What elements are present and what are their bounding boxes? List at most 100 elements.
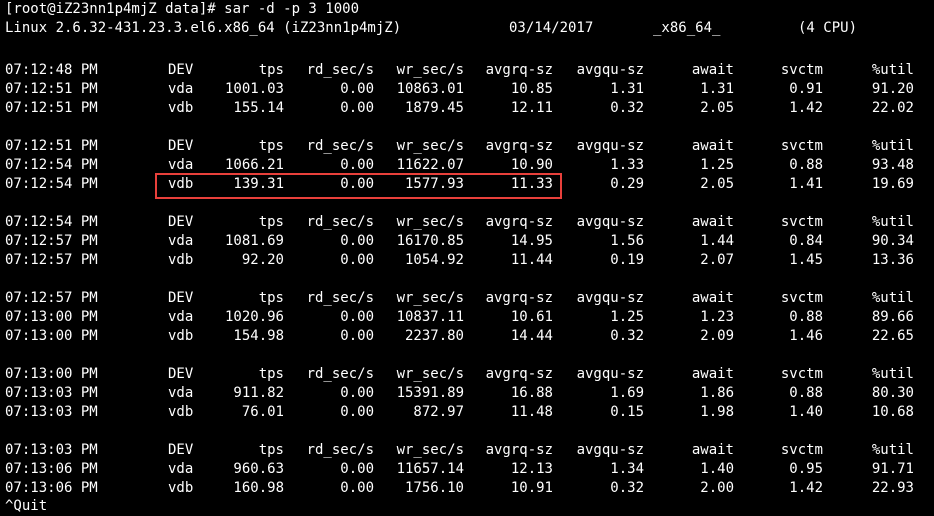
column-header: avgqu-sz xyxy=(576,214,644,230)
stat-await: 1.25 xyxy=(700,157,734,173)
stat-wr: 16170.85 xyxy=(396,233,464,249)
stat-util: 22.65 xyxy=(871,328,914,344)
header-timestamp: 07:12:48 PM xyxy=(5,62,98,78)
row-timestamp: 07:12:57 PM xyxy=(5,252,98,268)
stat-dev: vda xyxy=(168,385,194,401)
stat-await: 1.23 xyxy=(700,309,734,325)
stat-tps: 154.98 xyxy=(233,328,284,344)
column-header-row: 07:12:57 PM DEV tps rd_sec/s wr_sec/s avgrq-s… xyxy=(0,289,934,308)
stat-await: 2.07 xyxy=(700,252,734,268)
stat-dev: vda xyxy=(168,233,194,249)
row-timestamp: 07:13:03 PM xyxy=(5,385,98,401)
command-prompt-line: [root@iZ23nn1p4mjZ data]# sar -d -p 3 10… xyxy=(5,1,360,17)
device-stats-row: 07:12:51 PM vda 1001.03 0.00 10863.01 10.85 1.… xyxy=(0,80,934,99)
stat-tps: 76.01 xyxy=(241,404,284,420)
column-header: %util xyxy=(871,214,914,230)
terminal-window[interactable]: [root@iZ23nn1p4mjZ data]# sar -d -p 3 10… xyxy=(0,0,934,514)
stat-await: 2.05 xyxy=(700,100,734,116)
stat-rd: 0.00 xyxy=(340,309,374,325)
column-header: %util xyxy=(871,366,914,382)
column-header: wr_sec/s xyxy=(396,214,464,230)
column-header: rd_sec/s xyxy=(306,442,374,458)
row-timestamp: 07:13:06 PM xyxy=(5,461,98,477)
row-timestamp: 07:12:51 PM xyxy=(5,81,98,97)
column-header: tps xyxy=(258,138,284,154)
stat-avgrq: 11.48 xyxy=(510,404,553,420)
stat-avgrq: 10.85 xyxy=(510,81,553,97)
column-header: svctm xyxy=(780,138,823,154)
stat-rd: 0.00 xyxy=(340,480,374,496)
stat-avgrq: 14.95 xyxy=(510,233,553,249)
column-header: avgqu-sz xyxy=(576,290,644,306)
stat-tps: 155.14 xyxy=(233,100,284,116)
stat-svctm: 1.45 xyxy=(789,252,823,268)
column-header: %util xyxy=(871,290,914,306)
stat-wr: 872.97 xyxy=(413,404,464,420)
stat-await: 2.09 xyxy=(700,328,734,344)
stat-wr: 1756.10 xyxy=(404,480,464,496)
row-timestamp: 07:12:57 PM xyxy=(5,233,98,249)
column-header-row: 07:12:51 PM DEV tps rd_sec/s wr_sec/s avgrq-s… xyxy=(0,137,934,156)
device-stats-row: 07:13:00 PM vdb 154.98 0.00 2237.80 14.44 0.32… xyxy=(0,327,934,346)
stat-rd: 0.00 xyxy=(340,461,374,477)
device-stats-row: 07:13:06 PM vdb 160.98 0.00 1756.10 10.91 0.32… xyxy=(0,479,934,498)
column-header-row: 07:13:00 PM DEV tps rd_sec/s wr_sec/s avgrq-s… xyxy=(0,365,934,384)
column-header: tps xyxy=(258,214,284,230)
stat-util: 80.30 xyxy=(871,385,914,401)
stat-util: 13.36 xyxy=(871,252,914,268)
stat-dev: vda xyxy=(168,309,194,325)
column-header: tps xyxy=(258,290,284,306)
column-header: await xyxy=(691,442,734,458)
device-stats-row: 07:13:03 PM vda 911.82 0.00 15391.89 16.88 1.6… xyxy=(0,384,934,403)
stat-dev: vda xyxy=(168,461,194,477)
stat-util: 91.20 xyxy=(871,81,914,97)
arch-info: _x86_64_ xyxy=(653,20,721,36)
stat-rd: 0.00 xyxy=(340,252,374,268)
stat-dev: vdb xyxy=(168,100,194,116)
stat-wr: 10863.01 xyxy=(396,81,464,97)
column-header: rd_sec/s xyxy=(306,138,374,154)
stat-dev: vdb xyxy=(168,252,194,268)
stat-util: 89.66 xyxy=(871,309,914,325)
stat-util: 90.34 xyxy=(871,233,914,249)
stat-avgqu: 1.25 xyxy=(610,309,644,325)
device-stats-row: 07:12:57 PM vda 1081.69 0.00 16170.85 14.95 1.… xyxy=(0,232,934,251)
row-timestamp: 07:13:00 PM xyxy=(5,309,98,325)
column-header: avgrq-sz xyxy=(485,214,553,230)
device-stats-row: 07:13:03 PM vdb 76.01 0.00 872.97 11.48 0.15 1.… xyxy=(0,403,934,422)
stat-dev: vdb xyxy=(168,328,194,344)
column-header: svctm xyxy=(780,442,823,458)
stat-await: 2.00 xyxy=(700,480,734,496)
column-header-row: 07:12:54 PM DEV tps rd_sec/s wr_sec/s avgrq-s… xyxy=(0,213,934,232)
stat-avgrq: 12.13 xyxy=(510,461,553,477)
column-header: avgrq-sz xyxy=(485,366,553,382)
stat-tps: 960.63 xyxy=(233,461,284,477)
stat-avgrq: 12.11 xyxy=(510,100,553,116)
column-header: avgqu-sz xyxy=(576,62,644,78)
stat-rd: 0.00 xyxy=(340,385,374,401)
stat-avgrq: 14.44 xyxy=(510,328,553,344)
row-timestamp: 07:12:54 PM xyxy=(5,176,98,192)
column-header: await xyxy=(691,62,734,78)
stat-util: 91.71 xyxy=(871,461,914,477)
stat-svctm: 0.91 xyxy=(789,81,823,97)
column-header: avgrq-sz xyxy=(485,442,553,458)
kernel-info: Linux 2.6.32-431.23.3.el6.x86_64 (iZ23nn… xyxy=(5,20,402,36)
row-timestamp: 07:13:06 PM xyxy=(5,480,98,496)
column-header: avgqu-sz xyxy=(576,138,644,154)
stat-tps: 160.98 xyxy=(233,480,284,496)
header-timestamp: 07:12:57 PM xyxy=(5,290,98,306)
stat-svctm: 1.40 xyxy=(789,404,823,420)
stat-avgqu: 0.32 xyxy=(610,328,644,344)
row-timestamp: 07:12:54 PM xyxy=(5,157,98,173)
stat-await: 1.98 xyxy=(700,404,734,420)
header-timestamp: 07:12:54 PM xyxy=(5,214,98,230)
stat-wr: 1879.45 xyxy=(404,100,464,116)
row-timestamp: 07:13:00 PM xyxy=(5,328,98,344)
column-header: rd_sec/s xyxy=(306,366,374,382)
stat-tps: 1081.69 xyxy=(224,233,284,249)
row-timestamp: 07:13:03 PM xyxy=(5,404,98,420)
stat-util: 10.68 xyxy=(871,404,914,420)
stat-svctm: 0.88 xyxy=(789,385,823,401)
stat-avgqu: 1.31 xyxy=(610,81,644,97)
